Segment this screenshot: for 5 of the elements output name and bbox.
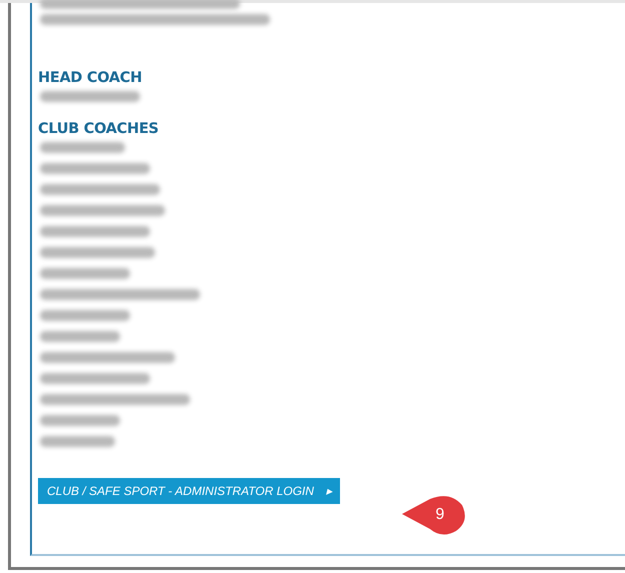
caret-icon: ▸ — [326, 484, 332, 498]
step-badge: 9 — [400, 493, 468, 537]
section-heading: CLUB COACHES — [38, 121, 159, 137]
section-heading: HEAD COACH — [38, 70, 142, 86]
administrator-login-button[interactable]: CLUB / SAFE SPORT - ADMINISTRATOR LOGIN ▸ — [38, 478, 340, 504]
